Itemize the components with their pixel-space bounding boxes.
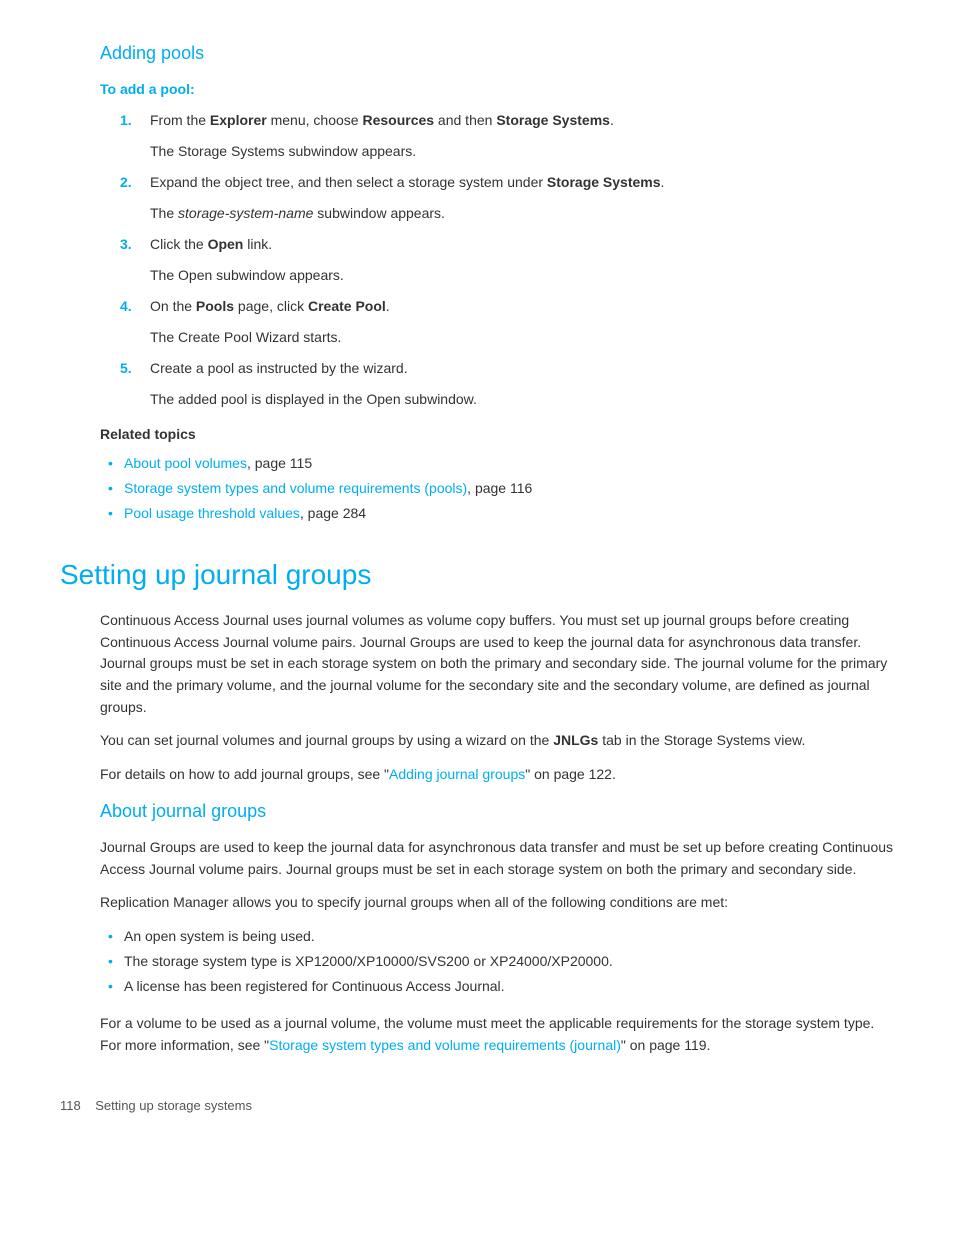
storage-system-types-journal-link[interactable]: Storage system types and volume requirem…: [269, 1037, 621, 1053]
step-4-bold-create-pool: Create Pool: [308, 298, 386, 314]
step-1-content: From the Explorer menu, choose Resources…: [150, 110, 894, 131]
adding-journal-groups-link[interactable]: Adding journal groups: [389, 766, 525, 782]
related-topic-3: Pool usage threshold values, page 284: [100, 503, 894, 524]
step-2: 2. Expand the object tree, and then sele…: [100, 172, 894, 193]
related-topic-2-suffix: , page 116: [467, 480, 532, 496]
step-2-note: The storage-system-name subwindow appear…: [100, 203, 894, 224]
step-5: 5. Create a pool as instructed by the wi…: [100, 358, 894, 379]
step-4-number: 4.: [120, 296, 146, 317]
journal-condition-3: A license has been registered for Contin…: [100, 976, 894, 997]
about-journal-body-3: For a volume to be used as a journal vol…: [100, 1013, 894, 1056]
about-journal-section: About journal groups Journal Groups are …: [60, 798, 894, 1056]
adding-pools-heading: Adding pools: [100, 40, 894, 67]
step-1: 1. From the Explorer menu, choose Resour…: [100, 110, 894, 131]
jnlgs-bold: JNLGs: [553, 732, 598, 748]
page-footer: 118 Setting up storage systems: [60, 1096, 894, 1116]
step-2-content: Expand the object tree, and then select …: [150, 172, 894, 193]
journal-condition-2: The storage system type is XP12000/XP100…: [100, 951, 894, 972]
step-3-note: The Open subwindow appears.: [100, 265, 894, 286]
related-topic-1-suffix: , page 115: [247, 455, 312, 471]
to-add-pool-subheading: To add a pool:: [100, 79, 894, 100]
footer-page-number: 118: [60, 1098, 81, 1113]
step-2-italic: storage-system-name: [178, 205, 313, 221]
step-1-bold-resources: Resources: [362, 112, 434, 128]
step-1-number: 1.: [120, 110, 146, 131]
setting-up-body-3: For details on how to add journal groups…: [60, 764, 894, 786]
about-journal-heading: About journal groups: [100, 798, 894, 825]
steps-list: 1. From the Explorer menu, choose Resour…: [100, 110, 894, 410]
setting-up-body-2: You can set journal volumes and journal …: [60, 730, 894, 752]
step-5-number: 5.: [120, 358, 146, 379]
related-topic-2: Storage system types and volume requirem…: [100, 478, 894, 499]
step-2-number: 2.: [120, 172, 146, 193]
related-topic-2-link[interactable]: Storage system types and volume requirem…: [124, 480, 467, 496]
related-topic-3-link[interactable]: Pool usage threshold values: [124, 505, 300, 521]
journal-conditions-list: An open system is being used. The storag…: [100, 926, 894, 997]
related-topic-1-link[interactable]: About pool volumes: [124, 455, 247, 471]
step-4: 4. On the Pools page, click Create Pool.: [100, 296, 894, 317]
related-topic-3-suffix: , page 284: [300, 505, 366, 521]
related-topic-1: About pool volumes, page 115: [100, 453, 894, 474]
setting-up-body-1: Continuous Access Journal uses journal v…: [60, 610, 894, 718]
step-1-bold-explorer: Explorer: [210, 112, 267, 128]
adding-pools-section: Adding pools To add a pool: 1. From the …: [60, 40, 894, 524]
step-1-bold-storage: Storage Systems: [496, 112, 610, 128]
step-3-content: Click the Open link.: [150, 234, 894, 255]
step-3: 3. Click the Open link.: [100, 234, 894, 255]
about-journal-body-2: Replication Manager allows you to specif…: [100, 892, 894, 914]
step-5-note: The added pool is displayed in the Open …: [100, 389, 894, 410]
step-4-content: On the Pools page, click Create Pool.: [150, 296, 894, 317]
step-3-bold-open: Open: [208, 236, 244, 252]
related-topics-list: About pool volumes, page 115 Storage sys…: [100, 453, 894, 524]
setting-up-journal-heading: Setting up journal groups: [60, 554, 894, 596]
step-4-note: The Create Pool Wizard starts.: [100, 327, 894, 348]
step-5-content: Create a pool as instructed by the wizar…: [150, 358, 894, 379]
related-topics-heading: Related topics: [100, 424, 894, 445]
step-4-bold-pools: Pools: [196, 298, 234, 314]
step-3-number: 3.: [120, 234, 146, 255]
about-journal-body-1: Journal Groups are used to keep the jour…: [100, 837, 894, 880]
journal-condition-1: An open system is being used.: [100, 926, 894, 947]
footer-page-title: Setting up storage systems: [95, 1098, 252, 1113]
setting-up-journal-section: Setting up journal groups Continuous Acc…: [60, 554, 894, 786]
step-1-note: The Storage Systems subwindow appears.: [100, 141, 894, 162]
step-2-bold-storage: Storage Systems: [547, 174, 661, 190]
